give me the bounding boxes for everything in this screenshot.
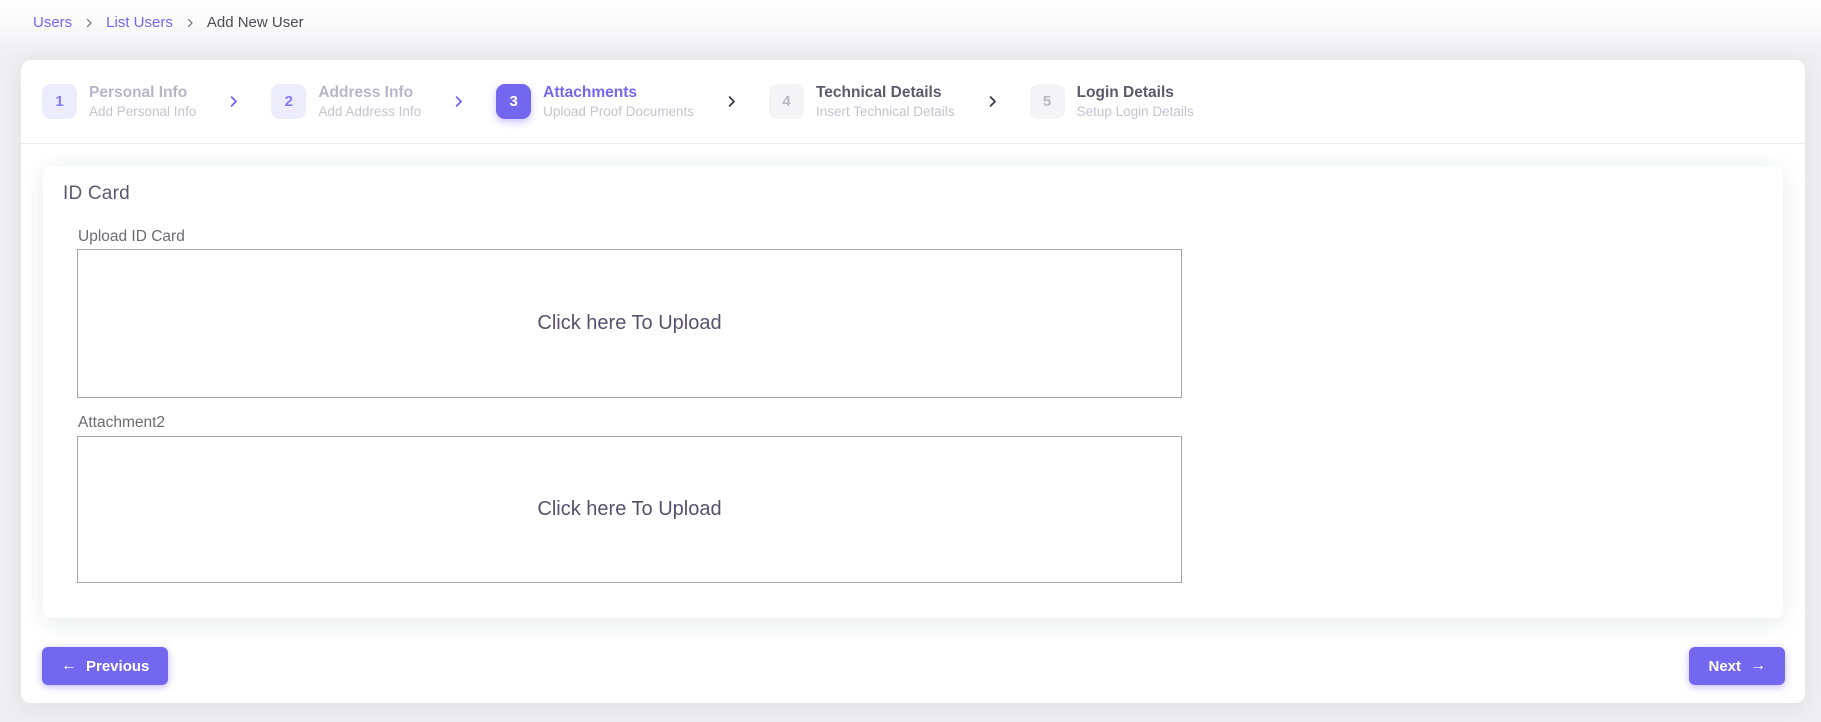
next-button-label: Next: [1708, 657, 1741, 675]
upload-id-card-dropzone[interactable]: Click here To Upload: [77, 249, 1182, 398]
chevron-right-icon: [451, 94, 466, 109]
dropzone-hint-text: Click here To Upload: [537, 498, 722, 520]
step-text: Login Details Setup Login Details: [1077, 84, 1194, 119]
step-text: Address Info Add Address Info: [318, 84, 421, 119]
step-text: Technical Details Insert Technical Detai…: [816, 84, 955, 119]
arrow-right-icon: →: [1750, 657, 1766, 674]
attachment2-dropzone[interactable]: Click here To Upload: [77, 436, 1182, 583]
add-user-wizard: 1 Personal Info Add Personal Info 2 Addr…: [21, 60, 1805, 703]
chevron-right-icon: [83, 17, 95, 29]
section-title: ID Card: [63, 183, 130, 204]
previous-button-label: Previous: [86, 657, 150, 675]
step-number-badge: 5: [1029, 83, 1065, 119]
step-attachments[interactable]: 3 Attachments Upload Proof Documents: [496, 84, 694, 119]
step-title: Personal Info: [89, 83, 188, 101]
step-subtitle: Add Address Info: [318, 103, 422, 119]
step-personal-info[interactable]: 1 Personal Info Add Personal Info: [42, 84, 196, 119]
chevron-right-icon: [985, 94, 1000, 109]
step-title: Technical Details: [815, 83, 942, 101]
chevron-right-icon: [226, 94, 241, 109]
breadcrumb-link-list-users[interactable]: List Users: [106, 14, 173, 31]
chevron-right-icon: [724, 94, 739, 109]
step-number-badge: 2: [271, 83, 307, 119]
step-title: Attachments: [543, 83, 638, 101]
id-card-section: ID Card Upload ID Card Click here To Upl…: [43, 166, 1783, 618]
step-number-badge: 1: [42, 83, 77, 119]
step-text: Attachments Upload Proof Documents: [543, 84, 694, 119]
breadcrumb-current-page: Add New User: [206, 14, 304, 31]
wizard-stepper: 1 Personal Info Add Personal Info 2 Addr…: [21, 60, 1805, 144]
step-subtitle: Add Personal Info: [89, 103, 197, 119]
step-title: Login Details: [1076, 83, 1174, 101]
step-number-badge: 3: [496, 83, 532, 119]
step-subtitle: Upload Proof Documents: [543, 103, 694, 119]
attachment2-label: Attachment2: [78, 414, 166, 431]
step-technical-details[interactable]: 4 Technical Details Insert Technical Det…: [768, 83, 955, 119]
step-login-details[interactable]: 5 Login Details Setup Login Details: [1029, 83, 1194, 119]
dropzone-hint-text: Click here To Upload: [537, 312, 722, 334]
arrow-left-icon: ←: [61, 657, 77, 674]
step-number-badge: 4: [768, 83, 804, 119]
breadcrumb-link-users[interactable]: Users: [33, 14, 72, 31]
step-address-info[interactable]: 2 Address Info Add Address Info: [271, 84, 421, 119]
step-subtitle: Insert Technical Details: [815, 103, 955, 119]
chevron-right-icon: [184, 17, 196, 29]
breadcrumb: Users List Users Add New User: [33, 14, 304, 31]
next-button[interactable]: Next →: [1689, 647, 1785, 685]
step-subtitle: Setup Login Details: [1076, 103, 1194, 119]
upload-id-card-label: Upload ID Card: [78, 228, 185, 245]
step-title: Address Info: [318, 83, 414, 101]
previous-button[interactable]: ← Previous: [42, 647, 169, 685]
step-text: Personal Info Add Personal Info: [89, 84, 196, 119]
